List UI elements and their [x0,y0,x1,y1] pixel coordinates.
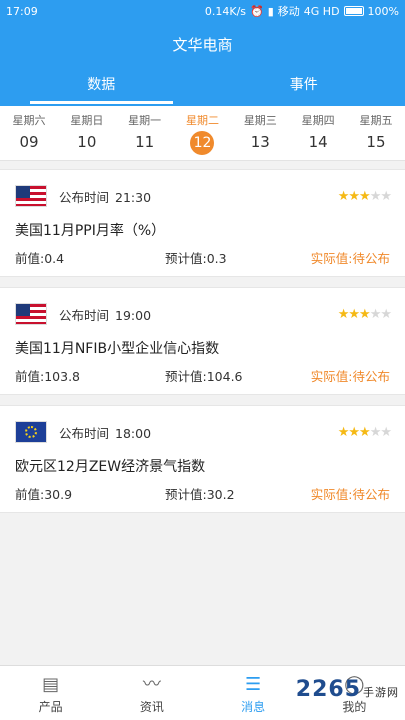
star-icon: ★ [359,425,371,440]
publish-time: 21:30 [115,189,152,205]
carrier-label: 移动 [277,5,300,18]
header: 17:09 0.14K/s ⏰ ▮ 移动 4G HD 100% 文华电商 数据 … [0,0,405,106]
publish-time: 19:00 [115,307,152,323]
star-icon: ★ [337,189,350,204]
day-wed[interactable]: 星期三 13 [235,112,285,160]
actual-value: 实际值:待公布 [310,487,390,502]
event-title: 欧元区12月ZEW经济景气指数 [15,459,206,475]
alarm-icon: ⏰ [250,4,264,18]
nav-label: 消息 [241,700,266,714]
publish-time-label: 公布时间 [59,189,110,205]
star-icon: ★ [337,307,350,322]
forecast-value: 预计值:104.6 [165,369,243,384]
day-tue-selected[interactable]: 星期二 12 [177,112,227,160]
nav-messages[interactable]: ☰ 消息 [203,666,304,720]
signal-icon: ▮ [267,4,274,18]
star-empty-icon: ★ [380,425,392,440]
status-bar: 17:09 0.14K/s ⏰ ▮ 移动 4G HD 100% [0,0,405,22]
watermark-logo: 2265 手游网 [295,677,399,702]
nav-products[interactable]: ▤ 产品 [0,666,101,720]
news-icon: 〰 [142,674,161,695]
publish-time-label: 公布时间 [59,425,110,441]
star-empty-icon: ★ [369,189,382,204]
publish-time: 18:00 [115,425,152,441]
tab-data[interactable]: 数据 [0,70,203,106]
star-icon: ★ [359,307,371,322]
star-icon: ★ [348,189,360,204]
importance-stars: ★★★★★ [337,189,392,204]
day-mon[interactable]: 星期一 11 [120,112,170,160]
us-flag-icon [15,303,47,325]
nav-news[interactable]: 〰 资讯 [101,666,202,720]
actual-value: 实际值:待公布 [310,251,390,266]
day-fri[interactable]: 星期五 15 [351,112,401,160]
event-card[interactable]: 公布时间 21:30 ★★★★★ 美国11月PPI月率（%） 前值:0.4 预计… [0,169,405,277]
battery-level: 100% [367,4,399,18]
status-time: 17:09 [6,4,38,18]
product-icon: ▤ [42,674,60,695]
importance-stars: ★★★★★ [337,307,392,322]
nav-label: 资讯 [139,700,164,714]
day-sun[interactable]: 星期日 10 [62,112,112,160]
importance-stars: ★★★★★ [337,425,392,440]
day-thu[interactable]: 星期四 14 [293,112,343,160]
event-card[interactable]: 公布时间 18:00 ★★★★★ 欧元区12月ZEW经济景气指数 前值:30.9… [0,405,405,513]
star-empty-icon: ★ [380,307,392,322]
star-icon: ★ [348,425,360,440]
network-speed: 0.14K/s [204,4,247,18]
star-icon: ★ [337,425,350,440]
eu-flag-icon [15,421,47,443]
network-type: 4G HD [303,4,340,18]
star-icon: ★ [348,307,360,322]
previous-value: 前值:0.4 [15,251,65,266]
event-card[interactable]: 公布时间 19:00 ★★★★★ 美国11月NFIB小型企业信心指数 前值:10… [0,287,405,395]
tab-events[interactable]: 事件 [203,70,405,106]
us-flag-icon [15,185,47,207]
battery-icon [343,6,364,16]
message-icon: ☰ [245,674,262,695]
previous-value: 前值:30.9 [15,487,73,502]
star-empty-icon: ★ [369,307,382,322]
event-title: 美国11月PPI月率（%） [15,223,166,239]
star-empty-icon: ★ [369,425,382,440]
publish-time-label: 公布时间 [59,307,110,323]
top-tabs: 数据 事件 [0,70,405,106]
forecast-value: 预计值:30.2 [165,487,235,502]
day-sat[interactable]: 星期六 09 [4,112,54,160]
star-icon: ★ [359,189,371,204]
week-selector: 星期六 09 星期日 10 星期一 11 星期二 12 星期三 13 星期四 1… [0,106,405,161]
app-title: 文华电商 [172,36,233,54]
event-title: 美国11月NFIB小型企业信心指数 [15,341,220,357]
forecast-value: 预计值:0.3 [165,251,227,266]
event-list: 公布时间 21:30 ★★★★★ 美国11月PPI月率（%） 前值:0.4 预计… [0,161,405,513]
previous-value: 前值:103.8 [15,369,80,384]
star-empty-icon: ★ [380,189,392,204]
actual-value: 实际值:待公布 [310,369,390,384]
nav-label: 产品 [38,700,63,714]
